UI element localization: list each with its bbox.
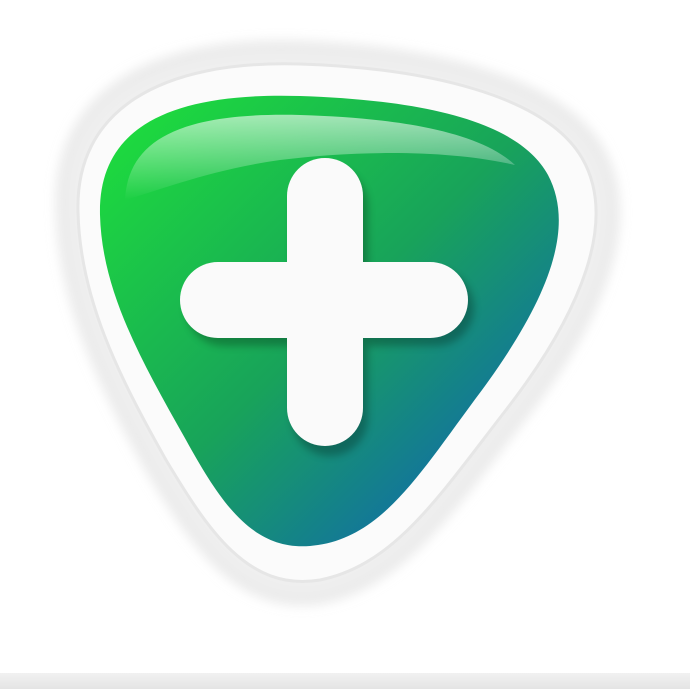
bottom-edge-strip	[0, 673, 690, 689]
icon-canvas	[0, 0, 690, 689]
plus-shield-app-icon[interactable]	[0, 0, 690, 689]
